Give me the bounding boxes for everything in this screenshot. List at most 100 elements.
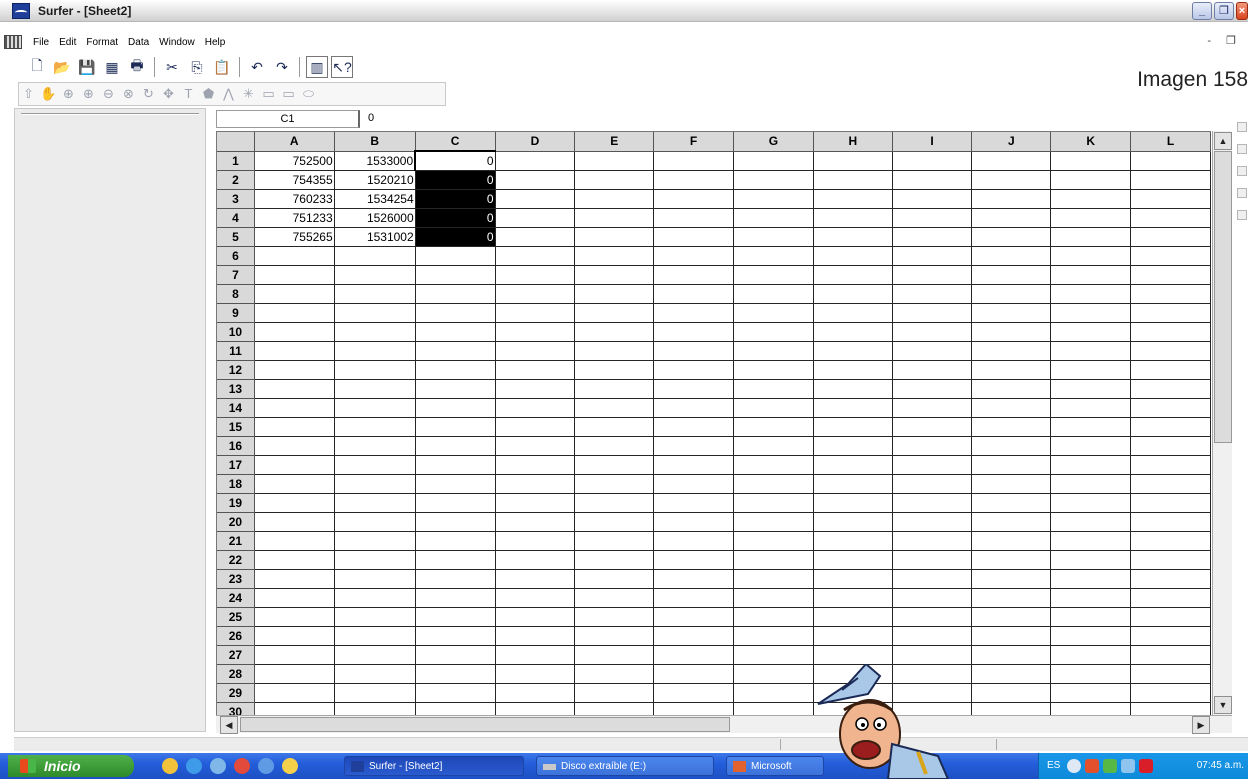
cell-l25[interactable] — [1130, 607, 1211, 627]
cell-d15[interactable] — [495, 417, 576, 437]
cell-i21[interactable] — [892, 531, 973, 551]
cell-e14[interactable] — [574, 398, 655, 418]
cell-g2[interactable] — [733, 170, 814, 190]
row-header[interactable]: 6 — [217, 246, 255, 266]
cell-d7[interactable] — [495, 265, 576, 285]
cell-g14[interactable] — [733, 398, 814, 418]
cell-a7[interactable] — [254, 265, 335, 285]
cell-a23[interactable] — [254, 569, 335, 589]
cell-f28[interactable] — [653, 664, 734, 684]
cell-g17[interactable] — [733, 455, 814, 475]
cell-l2[interactable] — [1130, 170, 1211, 190]
cell-c26[interactable] — [415, 626, 496, 646]
cell-c30[interactable] — [415, 702, 496, 715]
cell-f24[interactable] — [653, 588, 734, 608]
cell-k18[interactable] — [1050, 474, 1132, 494]
cell-b12[interactable] — [334, 360, 416, 380]
cell-c17[interactable] — [415, 455, 496, 475]
cell-b26[interactable] — [334, 626, 416, 646]
cell-k8[interactable] — [1050, 284, 1132, 304]
cell-e27[interactable] — [574, 645, 655, 665]
cell-a6[interactable] — [254, 246, 335, 266]
update-tray-icon[interactable] — [1103, 759, 1117, 773]
cell-c15[interactable] — [415, 417, 496, 437]
cell-j6[interactable] — [971, 246, 1052, 266]
cell-h13[interactable] — [813, 379, 893, 399]
cell-h19[interactable] — [813, 493, 893, 513]
cell-j3[interactable] — [971, 189, 1052, 209]
cell-g23[interactable] — [733, 569, 814, 589]
cell-e15[interactable] — [574, 417, 655, 437]
cell-b28[interactable] — [334, 664, 416, 684]
paste-icon[interactable]: 📋 — [211, 56, 233, 78]
cell-c2[interactable]: 0 — [415, 170, 496, 190]
cell-c1[interactable]: 0 — [414, 150, 496, 171]
cell-d26[interactable] — [495, 626, 576, 646]
strip-tool-icon[interactable] — [1237, 122, 1247, 132]
quicklaunch-messenger-icon[interactable] — [282, 758, 298, 774]
scroll-up-icon[interactable]: ▲ — [1214, 132, 1232, 150]
rounded-rect-icon[interactable]: ▭ — [279, 84, 298, 104]
menu-window[interactable]: Window — [154, 37, 200, 48]
cell-l4[interactable] — [1130, 208, 1211, 228]
new-icon[interactable]: 🗋 — [26, 56, 48, 78]
cell-b5[interactable]: 1531002 — [334, 227, 416, 247]
cell-b27[interactable] — [334, 645, 416, 665]
cell-g16[interactable] — [733, 436, 814, 456]
cell-h2[interactable] — [813, 170, 893, 190]
cell-f16[interactable] — [653, 436, 734, 456]
cell-j9[interactable] — [971, 303, 1052, 323]
cell-l16[interactable] — [1130, 436, 1211, 456]
move-icon[interactable]: ✥ — [159, 84, 178, 104]
cell-g13[interactable] — [733, 379, 814, 399]
cell-k16[interactable] — [1050, 436, 1132, 456]
cell-f12[interactable] — [653, 360, 734, 380]
cell-d17[interactable] — [495, 455, 576, 475]
cell-h22[interactable] — [813, 550, 893, 570]
cell-k6[interactable] — [1050, 246, 1132, 266]
cell-d22[interactable] — [495, 550, 576, 570]
cell-k12[interactable] — [1050, 360, 1132, 380]
cell-f26[interactable] — [653, 626, 734, 646]
cell-i14[interactable] — [892, 398, 973, 418]
cell-c24[interactable] — [415, 588, 496, 608]
print-icon[interactable]: 🖶 — [126, 56, 148, 78]
row-header[interactable]: 12 — [217, 360, 255, 380]
cell-f6[interactable] — [653, 246, 734, 266]
strip-tool-icon[interactable] — [1237, 188, 1247, 198]
row-header[interactable]: 17 — [217, 455, 255, 475]
cell-e5[interactable] — [574, 227, 655, 247]
cell-i3[interactable] — [892, 189, 973, 209]
column-header[interactable]: G — [733, 132, 814, 152]
cell-k14[interactable] — [1050, 398, 1132, 418]
cell-j20[interactable] — [971, 512, 1052, 532]
assistant-mascot-icon[interactable] — [808, 664, 958, 779]
cell-i6[interactable] — [892, 246, 973, 266]
cell-a24[interactable] — [254, 588, 335, 608]
cell-l10[interactable] — [1130, 322, 1211, 342]
row-header[interactable]: 21 — [217, 531, 255, 551]
row-header[interactable]: 1 — [217, 151, 255, 171]
cell-i25[interactable] — [892, 607, 973, 627]
cell-d5[interactable] — [495, 227, 576, 247]
cell-c18[interactable] — [415, 474, 496, 494]
cell-c8[interactable] — [415, 284, 496, 304]
cell-c29[interactable] — [415, 683, 496, 703]
cell-g25[interactable] — [733, 607, 814, 627]
cell-h5[interactable] — [813, 227, 893, 247]
cell-c4[interactable]: 0 — [415, 208, 496, 228]
cell-g26[interactable] — [733, 626, 814, 646]
cell-e1[interactable] — [574, 151, 655, 171]
cell-g1[interactable] — [733, 151, 814, 171]
column-header[interactable]: C — [415, 132, 496, 152]
cell-b20[interactable] — [334, 512, 416, 532]
cell-a16[interactable] — [254, 436, 335, 456]
cell-l7[interactable] — [1130, 265, 1211, 285]
cell-l19[interactable] — [1130, 493, 1211, 513]
cell-d29[interactable] — [495, 683, 576, 703]
cell-a13[interactable] — [254, 379, 335, 399]
quicklaunch-media-icon[interactable] — [234, 758, 250, 774]
cell-i4[interactable] — [892, 208, 973, 228]
cell-d13[interactable] — [495, 379, 576, 399]
cell-h17[interactable] — [813, 455, 893, 475]
